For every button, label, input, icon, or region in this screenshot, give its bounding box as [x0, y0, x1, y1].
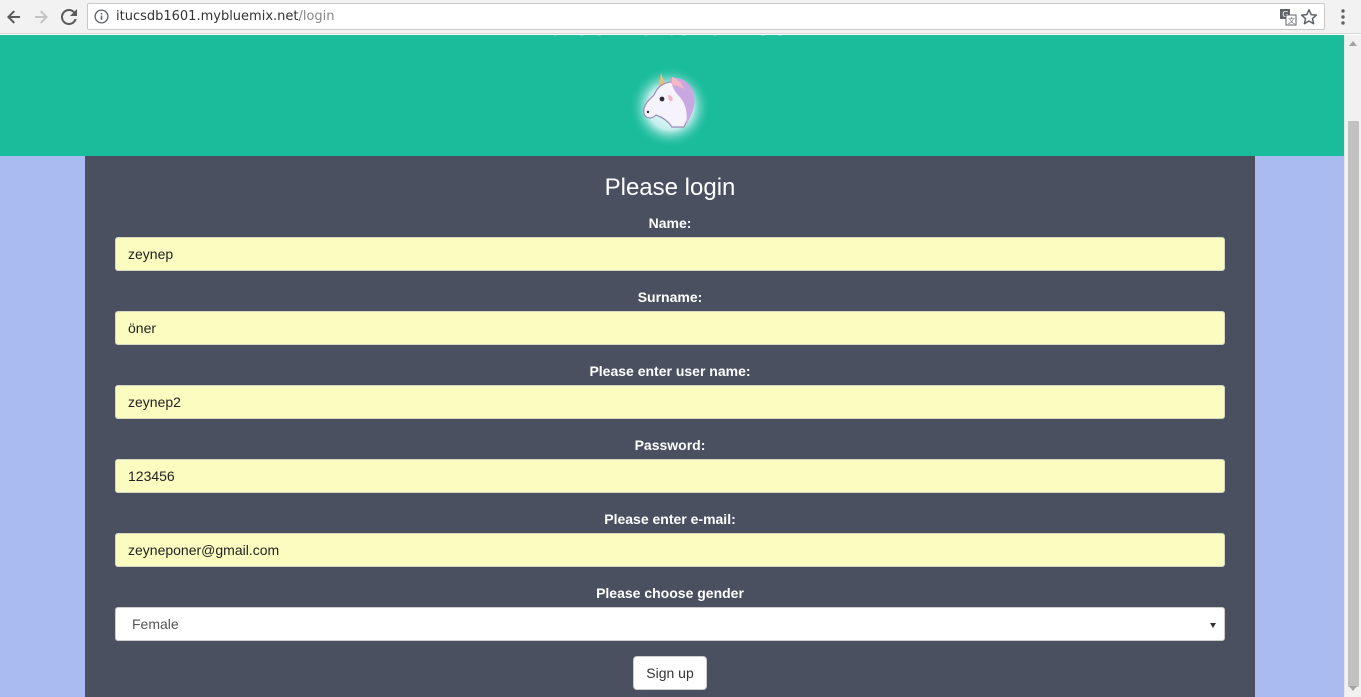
gender-label: Please choose gender: [596, 585, 744, 601]
name-input[interactable]: [115, 237, 1225, 271]
username-input[interactable]: [115, 385, 1225, 419]
username-label: Please enter user name:: [589, 363, 751, 379]
site-header: Welcome to Unicorn!: [0, 35, 1344, 156]
url-text: itucsdb1601.mybluemix.net/login: [116, 9, 335, 24]
unicorn-icon: [629, 66, 711, 148]
welcome-title: Welcome to Unicorn!: [0, 35, 1344, 44]
back-icon[interactable]: [2, 5, 26, 29]
browser-toolbar: itucsdb1601.mybluemix.net/login G文: [0, 0, 1361, 34]
forward-icon[interactable]: [29, 5, 53, 29]
page-viewport: Welcome to Unicorn! Please login Name: S…: [0, 35, 1344, 697]
gender-selected-value: Female: [132, 616, 179, 632]
login-panel: Please login Name: Surname: Please enter…: [85, 156, 1255, 697]
surname-input[interactable]: [115, 311, 1225, 345]
scroll-thumb[interactable]: [1348, 121, 1359, 687]
name-label: Name:: [648, 215, 692, 231]
password-label: Password:: [634, 437, 706, 453]
signup-button[interactable]: Sign up: [633, 656, 707, 690]
email-label: Please enter e-mail:: [604, 511, 736, 527]
email-input[interactable]: [115, 533, 1225, 567]
scroll-up-icon[interactable]: [1349, 41, 1357, 46]
browser-menu-icon[interactable]: [1334, 6, 1352, 28]
translate-icon[interactable]: G文: [1279, 8, 1297, 26]
password-input[interactable]: [115, 459, 1225, 493]
dropdown-arrow-icon: [1210, 623, 1216, 628]
gender-select[interactable]: Female: [115, 607, 1225, 641]
info-icon[interactable]: [94, 9, 109, 24]
address-bar[interactable]: itucsdb1601.mybluemix.net/login G文: [87, 3, 1325, 30]
scroll-down-icon[interactable]: [1349, 686, 1357, 691]
reload-icon[interactable]: [57, 5, 81, 29]
svg-text:文: 文: [1288, 16, 1295, 25]
form-title: Please login: [604, 174, 736, 201]
surname-label: Surname:: [637, 289, 703, 305]
bookmark-star-icon[interactable]: [1300, 8, 1318, 26]
vertical-scrollbar[interactable]: [1344, 35, 1361, 697]
